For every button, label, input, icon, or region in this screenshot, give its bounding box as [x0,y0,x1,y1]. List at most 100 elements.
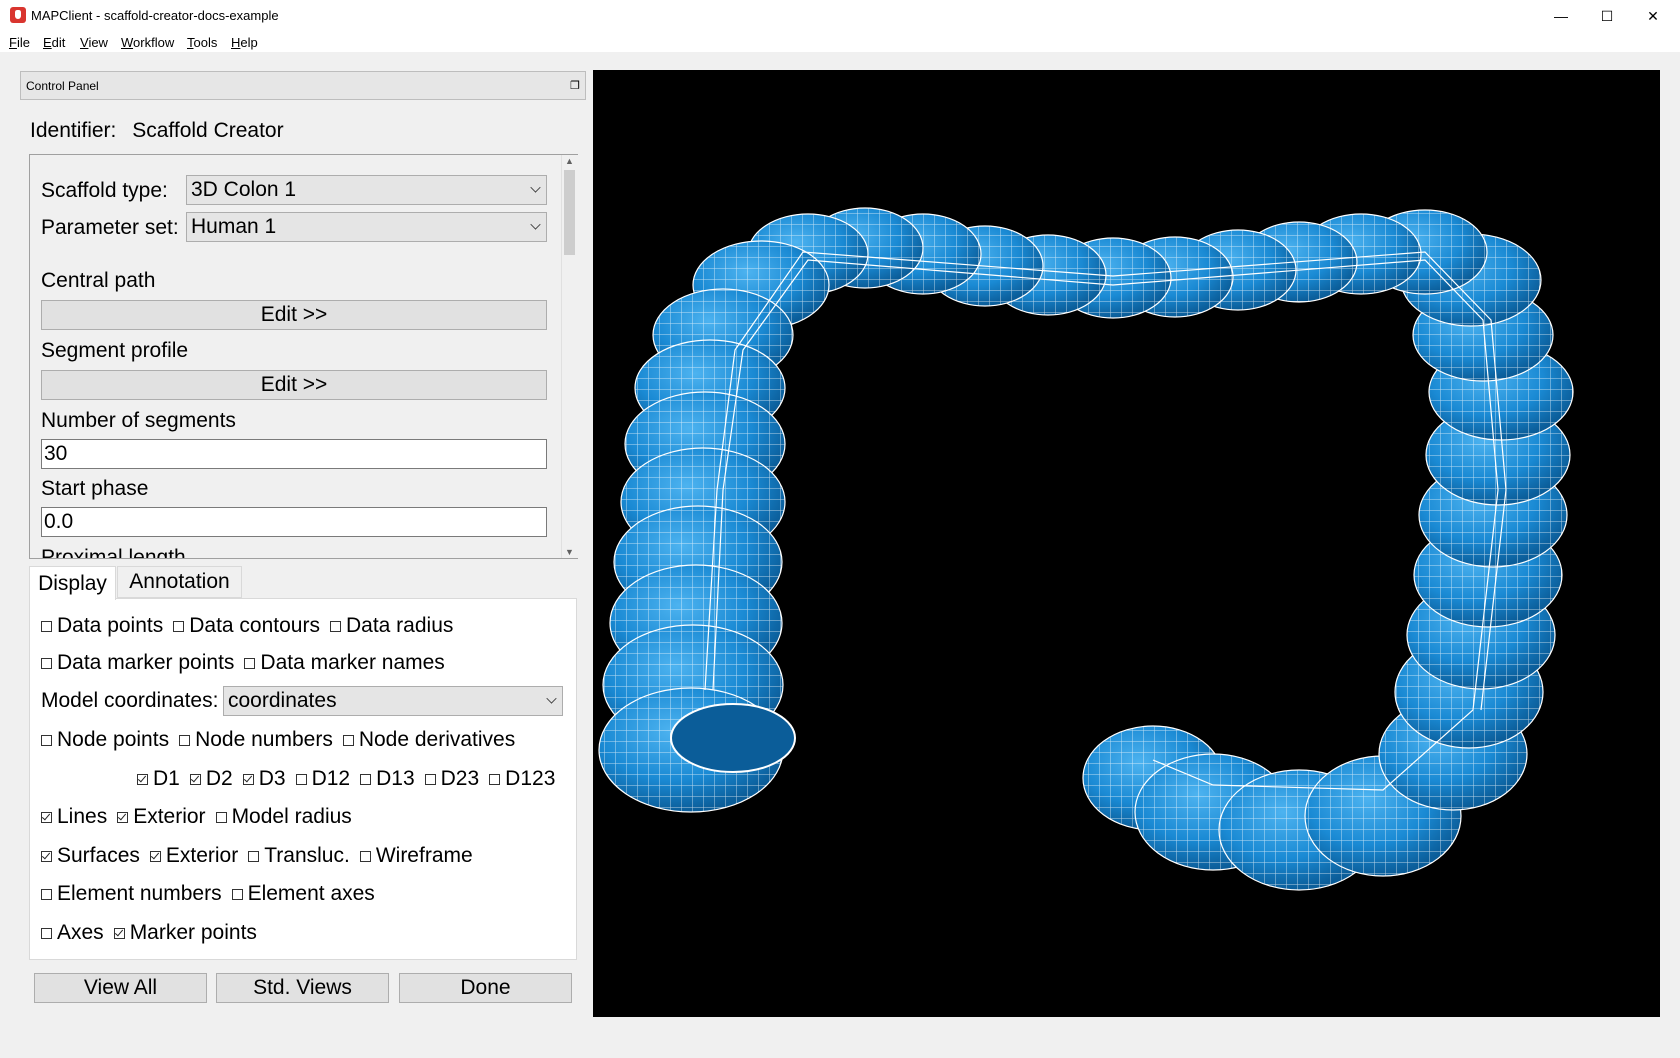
d123-label: D123 [505,767,556,790]
parameter-set-value: Human 1 [191,215,277,238]
d12-label: D12 [311,767,351,790]
model-radius-label: Model radius [231,805,352,828]
float-dock-icon[interactable]: ❐ [570,79,580,92]
d1-label: D1 [153,767,180,790]
lines-exterior-label: Exterior [133,805,206,828]
transluc-label: Transluc. [264,844,350,867]
data-marker-points-label: Data marker points [57,651,235,674]
menu-workflow[interactable]: Workflow [121,35,174,50]
axes-checkbox[interactable]: Axes [41,921,104,945]
identifier-label: Identifier: [30,119,117,142]
parameter-set-select[interactable]: Human 1 [186,212,547,242]
scroll-down-icon[interactable]: ▼ [565,547,574,557]
derivatives-row: D1 D2 D3 D12 D13 D23 D123 [137,767,565,791]
d2-checkbox[interactable]: D2 [189,767,233,791]
data-points-checkbox[interactable]: Data points [41,614,163,638]
start-phase-label: Start phase [41,477,149,500]
view-all-button[interactable]: View All [34,973,207,1003]
data-radius-checkbox[interactable]: Data radius [329,614,453,638]
surfaces-checkbox[interactable]: Surfaces [41,844,140,868]
d12-checkbox[interactable]: D12 [295,767,351,791]
node-numbers-checkbox[interactable]: Node numbers [179,728,333,752]
segment-profile-edit-button[interactable]: Edit >> [41,370,547,400]
marker-points-checkbox[interactable]: Marker points [113,921,257,945]
colon-haustra-group [598,207,1574,891]
minimize-button[interactable]: — [1538,0,1584,32]
data-marker-names-label: Data marker names [260,651,445,674]
element-numbers-label: Element numbers [57,882,222,905]
scroll-up-icon[interactable]: ▲ [565,156,574,166]
std-views-button[interactable]: Std. Views [216,973,389,1003]
element-numbers-checkbox[interactable]: Element numbers [41,882,222,906]
tab-display[interactable]: Display [29,566,116,600]
central-path-label: Central path [41,269,156,292]
lines-label: Lines [57,805,108,828]
3d-viewport[interactable] [593,70,1660,1017]
surfaces-row: Surfaces Exterior Transluc. Wireframe [41,844,483,868]
element-axes-label: Element axes [247,882,375,905]
maximize-button[interactable]: ☐ [1584,0,1630,32]
proximal-length-label: Proximal length [41,546,186,559]
window-title: MAPClient - scaffold-creator-docs-exampl… [31,8,279,23]
d13-checkbox[interactable]: D13 [360,767,415,791]
central-path-edit-button[interactable]: Edit >> [41,300,547,330]
tab-annotation[interactable]: Annotation [117,566,242,598]
lines-checkbox[interactable]: Lines [41,805,107,829]
title-bar: MAPClient - scaffold-creator-docs-exampl… [0,0,1680,32]
close-button[interactable]: ✕ [1630,0,1676,32]
segment-profile-label: Segment profile [41,339,189,362]
d2-label: D2 [205,767,233,790]
data-options-row: Data points Data contours Data radius [41,614,463,638]
colon-scaffold-render [598,207,1574,891]
transluc-checkbox[interactable]: Transluc. [248,844,350,868]
surfaces-label: Surfaces [57,844,140,867]
node-derivatives-checkbox[interactable]: Node derivatives [342,728,515,752]
data-marker-names-checkbox[interactable]: Data marker names [244,651,445,675]
lines-row: Lines Exterior Model radius [41,805,362,829]
axes-row: Axes Marker points [41,921,267,945]
chevron-down-icon [530,182,541,193]
scaffold-type-label: Scaffold type: [41,179,168,202]
d123-checkbox[interactable]: D123 [489,767,555,791]
d3-checkbox[interactable]: D3 [242,767,286,791]
scroll-area-scrollbar[interactable]: ▲ ▼ [561,155,578,558]
model-radius-checkbox[interactable]: Model radius [215,805,352,829]
d23-checkbox[interactable]: D23 [424,767,479,791]
wireframe-label: Wireframe [375,844,473,867]
identifier-value: Scaffold Creator [132,119,284,142]
chevron-down-icon [530,219,541,230]
node-options-row: Node points Node numbers Node derivative… [41,728,525,752]
window-edge [1675,52,1680,1058]
marker-points-label: Marker points [129,921,257,944]
element-axes-checkbox[interactable]: Element axes [231,882,375,906]
app-icon [10,7,26,23]
scrollbar-thumb[interactable] [564,170,575,255]
axes-label: Axes [57,921,104,944]
surfaces-exterior-label: Exterior [165,844,239,867]
d1-checkbox[interactable]: D1 [137,767,180,791]
menu-edit[interactable]: Edit [43,35,65,50]
chevron-down-icon [546,693,557,704]
scaffold-type-select[interactable]: 3D Colon 1 [186,175,547,205]
menu-file[interactable]: File [9,35,30,50]
menu-bar: File Edit View Workflow Tools Help [0,32,1680,52]
scaffold-settings-scroll-area[interactable]: Scaffold type: 3D Colon 1 Parameter set:… [29,154,578,559]
data-marker-points-checkbox[interactable]: Data marker points [41,651,234,675]
d3-label: D3 [258,767,286,790]
data-marker-row: Data marker points Data marker names [41,651,455,675]
start-phase-input[interactable]: 0.0 [41,507,547,537]
done-button[interactable]: Done [399,973,572,1003]
node-points-checkbox[interactable]: Node points [41,728,169,752]
surfaces-exterior-checkbox[interactable]: Exterior [149,844,239,868]
data-points-label: Data points [57,614,164,637]
menu-tools[interactable]: Tools [187,35,217,50]
wireframe-checkbox[interactable]: Wireframe [359,844,473,868]
num-segments-input[interactable]: 30 [41,439,547,469]
data-contours-checkbox[interactable]: Data contours [173,614,320,638]
menu-view[interactable]: View [80,35,108,50]
model-coordinates-select[interactable]: coordinates [223,686,563,716]
element-row: Element numbers Element axes [41,882,385,906]
lines-exterior-checkbox[interactable]: Exterior [117,805,206,829]
d13-label: D13 [376,767,415,790]
menu-help[interactable]: Help [231,35,258,50]
